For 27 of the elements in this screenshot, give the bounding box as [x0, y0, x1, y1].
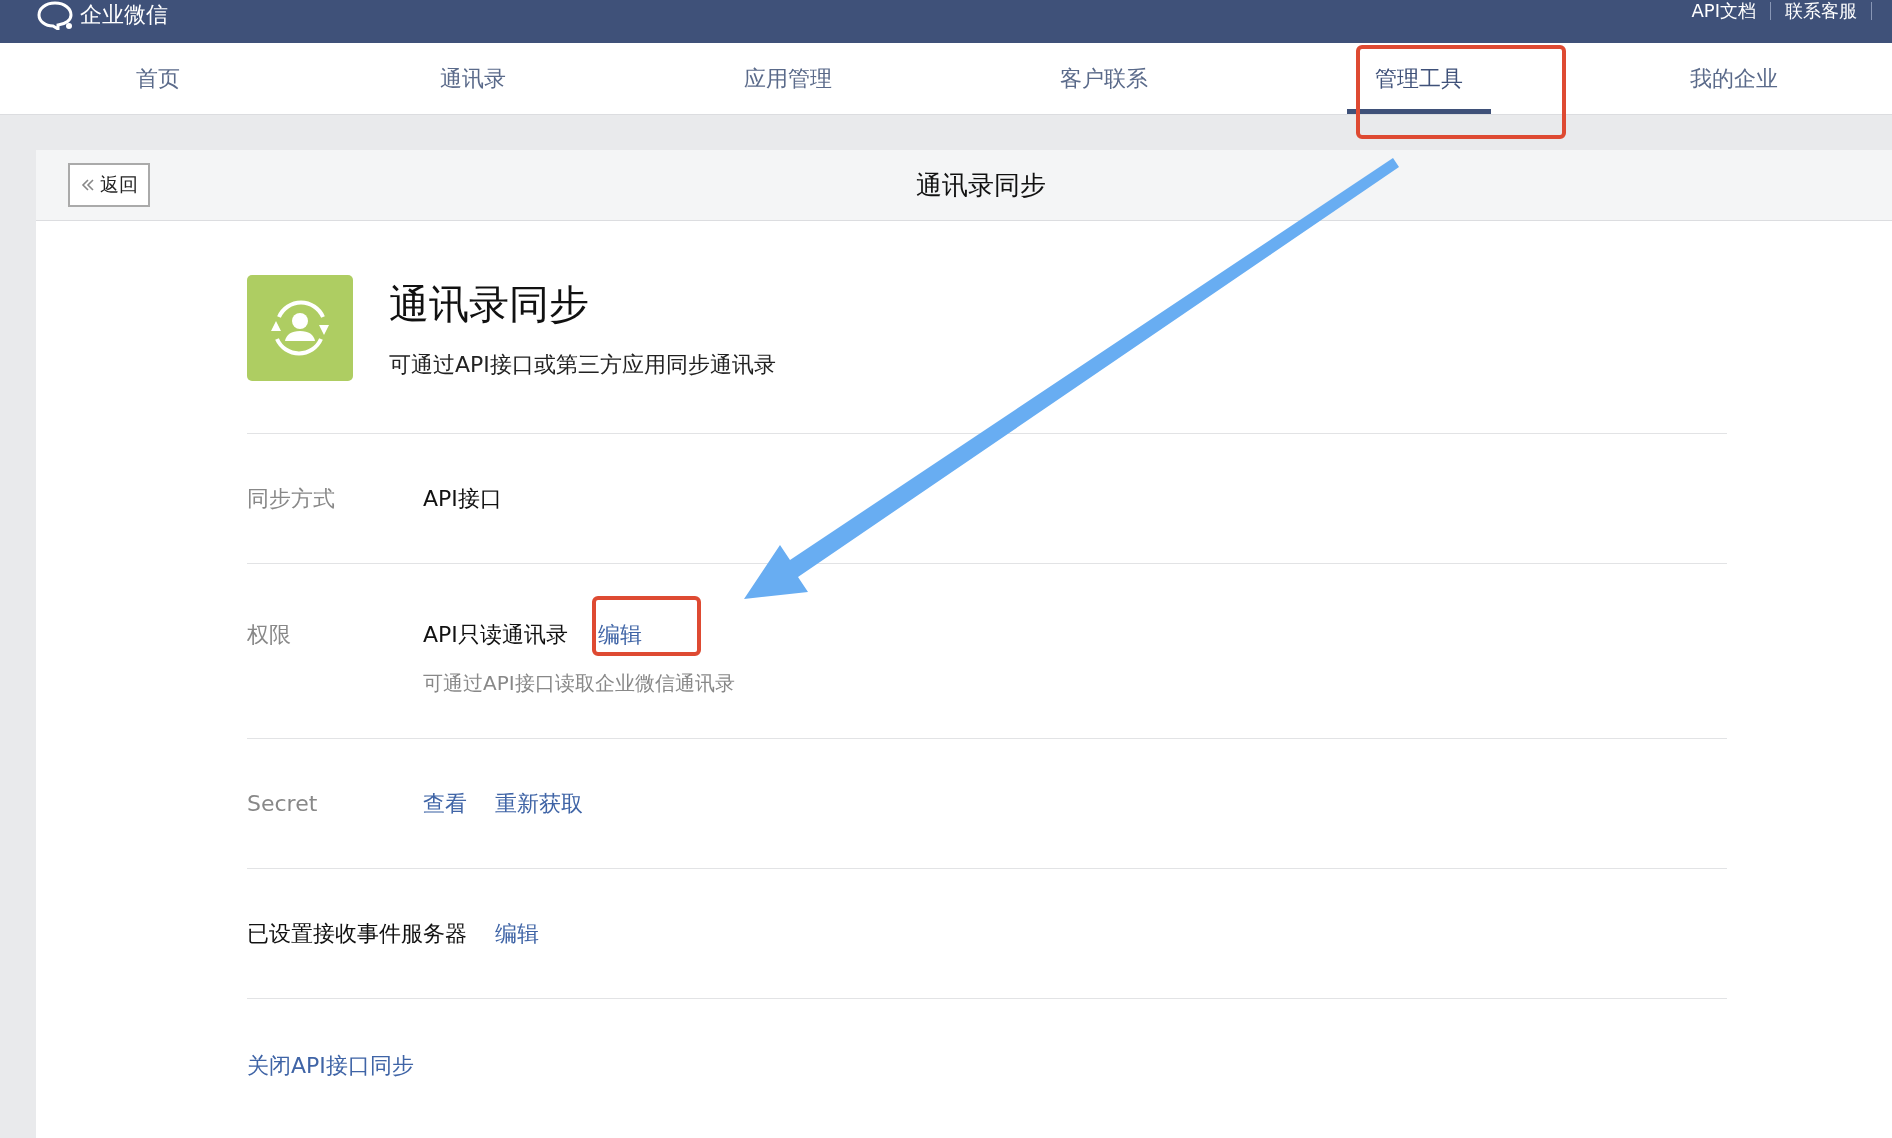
nav-tab[interactable]: 应用管理	[716, 43, 861, 114]
nav-tab[interactable]: 我的企业	[1662, 43, 1807, 114]
field-label: Secret	[247, 791, 319, 816]
nav-tab[interactable]: 管理工具	[1347, 43, 1491, 114]
action-link[interactable]: 重新获取	[495, 788, 583, 819]
double-chevron-icon	[80, 177, 96, 193]
action-link[interactable]: 查看	[423, 788, 467, 819]
field-value: API接口	[423, 484, 502, 513]
nav-tab[interactable]: 客户联系	[1031, 43, 1176, 114]
field-label: 同步方式	[247, 484, 336, 513]
app-name: 通讯录同步	[389, 280, 590, 329]
panel-title: 通讯录同步	[916, 168, 1046, 202]
chat-bubble-icon	[36, 0, 74, 30]
top-link[interactable]: 联系客服	[1771, 2, 1872, 20]
action-link[interactable]: 编辑	[597, 619, 642, 650]
nav-tab[interactable]: 通讯录	[412, 43, 534, 114]
app-description: 可通过API接口或第三方应用同步通讯录	[389, 351, 776, 379]
field-value: API只读通讯录	[423, 620, 568, 649]
field-label: 已设置接收事件服务器	[247, 919, 467, 948]
field-label: 权限	[247, 620, 292, 649]
disable-sync-link[interactable]: 关闭API接口同步	[247, 1053, 414, 1078]
action-link[interactable]: 编辑	[495, 918, 539, 949]
back-button[interactable]: 返回	[68, 163, 150, 207]
logo-text: 企业微信	[80, 1, 168, 29]
top-link[interactable]: API文档	[1677, 2, 1771, 20]
field-note: 可通过API接口读取企业微信通讯录	[423, 669, 736, 697]
nav-tab[interactable]: 首页	[107, 43, 208, 114]
